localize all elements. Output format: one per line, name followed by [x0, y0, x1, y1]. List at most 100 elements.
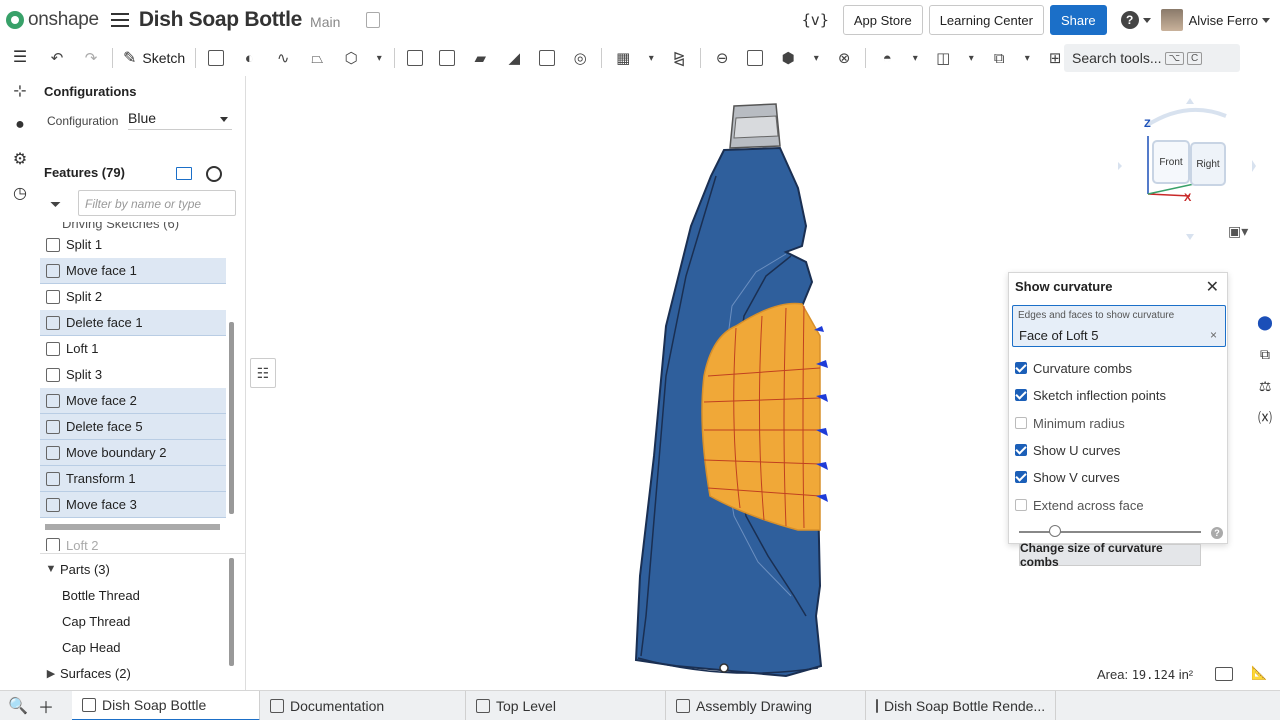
feature-filter-input[interactable]: Filter by name or type	[78, 190, 236, 216]
user-name[interactable]: Alvise Ferro	[1189, 13, 1258, 28]
curvature-option[interactable]: Curvature combs	[1015, 359, 1132, 377]
part-item[interactable]: Cap Thread	[40, 608, 226, 634]
timer-icon[interactable]: ◷	[0, 176, 40, 210]
sweep-icon[interactable]: ∿	[274, 49, 292, 67]
add-custom-feature-icon[interactable]: ⊞	[1046, 49, 1064, 67]
modify-icon[interactable]: ◓	[878, 49, 896, 67]
mirror-icon[interactable]: ⧎	[670, 49, 688, 67]
checkbox[interactable]	[1015, 362, 1027, 374]
shell-icon[interactable]	[539, 50, 556, 66]
filter-icon[interactable]: ⏷	[50, 196, 64, 212]
tab-3[interactable]: Top Level	[466, 690, 666, 720]
feature-list-icon[interactable]: ☰	[0, 40, 40, 74]
sketch-button[interactable]: ✎ Sketch	[123, 48, 185, 68]
help-icon[interactable]: ?	[1120, 11, 1139, 29]
rollback-timer-icon[interactable]	[206, 166, 222, 182]
parts-header[interactable]: ▼ Parts (3)	[40, 556, 226, 582]
split-icon[interactable]	[747, 50, 764, 66]
comments-icon[interactable]: ●	[0, 108, 40, 142]
measure-icon[interactable]: ⚖	[1250, 370, 1280, 402]
version-history-icon[interactable]	[366, 12, 381, 28]
list-item[interactable]: Split 2	[40, 284, 226, 310]
checkbox[interactable]	[1015, 471, 1027, 483]
hole-icon[interactable]: ◎	[571, 49, 589, 67]
appearance-panel-icon[interactable]: ⬤	[1250, 306, 1280, 338]
view-cube-right[interactable]: Right	[1190, 142, 1226, 186]
tab-2[interactable]: Documentation	[260, 690, 466, 720]
list-item[interactable]: Move face 3	[40, 492, 226, 518]
user-chevron-down-icon[interactable]	[1262, 17, 1270, 23]
tab-4[interactable]: Assembly Drawing	[666, 690, 866, 720]
curvature-option[interactable]: Extend across face	[1015, 496, 1144, 514]
chevron-down-icon[interactable]: ▾	[962, 49, 980, 67]
variables-icon[interactable]: {v}	[802, 11, 829, 29]
workspace-name[interactable]: Main	[310, 14, 340, 30]
rib-icon[interactable]: ◢	[505, 49, 523, 67]
list-item[interactable]: Move face 1	[40, 258, 226, 284]
search-tools-input[interactable]: Search tools... ⌥ C	[1064, 44, 1240, 72]
chevron-down-icon[interactable]: ▼	[42, 563, 60, 575]
help-icon[interactable]: ?	[1211, 527, 1223, 539]
instances-icon[interactable]: ⊹	[0, 74, 40, 108]
loft-icon[interactable]: ⏢	[308, 49, 326, 67]
curvature-option[interactable]: Sketch inflection points	[1015, 386, 1166, 404]
curvature-option[interactable]: Minimum radius	[1015, 414, 1125, 432]
comb-size-slider-track[interactable]	[1019, 531, 1201, 533]
part-item[interactable]: Bottle Thread	[40, 582, 226, 608]
mass-properties-icon[interactable]: ⧉	[1250, 338, 1280, 370]
list-item[interactable]: Delete face 1	[40, 310, 226, 336]
list-item[interactable]: Driving Sketches (6)	[40, 222, 226, 232]
list-item[interactable]: Transform 1	[40, 466, 226, 492]
parts-scrollbar[interactable]	[229, 558, 234, 666]
close-icon[interactable]: ✕	[1206, 277, 1219, 297]
document-title[interactable]: Dish Soap Bottle	[139, 8, 303, 32]
menu-icon[interactable]	[110, 13, 129, 27]
learning-center-button[interactable]: Learning Center	[928, 5, 1044, 35]
thicken-icon[interactable]: ⬡	[342, 49, 360, 67]
part-item[interactable]: Cap Head	[40, 634, 226, 660]
plane-icon[interactable]: ◫	[934, 49, 952, 67]
comb-size-slider-thumb[interactable]	[1049, 525, 1061, 537]
clear-selection-icon[interactable]: ×	[1210, 328, 1217, 342]
list-item[interactable]: Delete face 5	[40, 414, 226, 440]
insert-tab-icon[interactable]: ＋	[30, 691, 62, 720]
pattern-icon[interactable]: ▦	[614, 49, 632, 67]
surface-icon[interactable]: ⧉	[990, 49, 1008, 67]
rollback-bar[interactable]	[45, 524, 220, 530]
extrude-icon[interactable]	[208, 50, 225, 66]
surfaces-header[interactable]: ▶ Surfaces (2)	[40, 660, 226, 686]
checkbox[interactable]	[1015, 417, 1027, 429]
fillet-icon[interactable]	[407, 50, 424, 66]
curvature-selection-field[interactable]: Edges and faces to show curvature Face o…	[1012, 305, 1226, 347]
delete-part-icon[interactable]: ⊗	[835, 49, 853, 67]
checkbox[interactable]	[1015, 389, 1027, 401]
list-item[interactable]: Split 3	[40, 362, 226, 388]
add-tab-icon[interactable]: 🔍	[6, 691, 30, 720]
undo-icon[interactable]: ↶	[48, 49, 66, 67]
chevron-down-icon[interactable]: ▾	[807, 49, 825, 67]
transform-icon[interactable]: ⬢	[779, 49, 797, 67]
chevron-down-icon[interactable]: ▾	[642, 49, 660, 67]
selection-value[interactable]: Face of Loft 5	[1019, 328, 1099, 343]
chevron-down-icon[interactable]: ▾	[370, 49, 388, 67]
avatar[interactable]	[1160, 9, 1183, 31]
units-icon[interactable]: 📐	[1251, 665, 1267, 681]
feature-scrollbar[interactable]	[229, 322, 234, 514]
appearance-icon[interactable]: ⚙	[0, 142, 40, 176]
list-item[interactable]: Split 1	[40, 232, 226, 258]
app-store-button[interactable]: App Store	[842, 5, 923, 35]
list-item[interactable]: Loft 2	[40, 538, 226, 552]
view-options-icon[interactable]: ▣▾	[1228, 223, 1254, 241]
chevron-right-icon[interactable]: ▶	[42, 667, 60, 680]
tab-5[interactable]: Dish Soap Bottle Rende...	[866, 690, 1056, 720]
chevron-down-icon[interactable]: ▾	[1018, 49, 1036, 67]
variables-table-icon[interactable]: ⒳	[1250, 402, 1280, 434]
configuration-select[interactable]: Blue	[128, 110, 232, 130]
checkbox[interactable]	[1015, 444, 1027, 456]
checkbox[interactable]	[1015, 499, 1027, 511]
draft-icon[interactable]: ▰	[471, 49, 489, 67]
tab-1[interactable]: Dish Soap Bottle	[72, 690, 260, 720]
curvature-option[interactable]: Show V curves	[1015, 468, 1120, 486]
redo-icon[interactable]: ↷	[82, 49, 100, 67]
share-button[interactable]: Share	[1049, 5, 1107, 35]
